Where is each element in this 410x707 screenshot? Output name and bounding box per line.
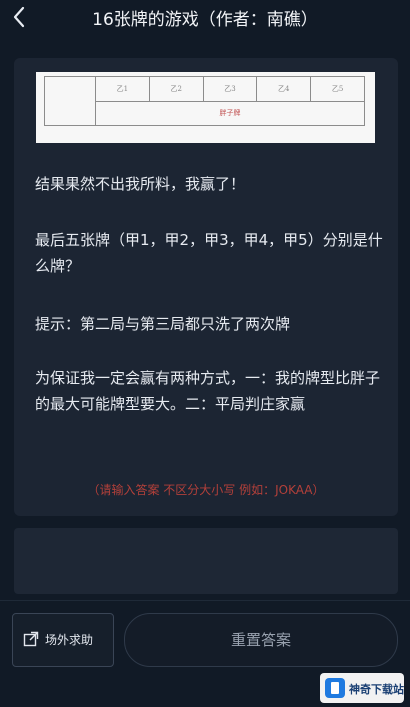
help-button[interactable]: 场外求助 bbox=[12, 613, 114, 667]
watermark-text: 神奇下载站 bbox=[349, 683, 404, 696]
table-cell: 乙2 bbox=[148, 76, 204, 102]
question-card: 乙1 乙2 乙3 乙4 乙5 胖子牌 结果果然不出我所料，我赢了！ 最后五张牌（… bbox=[14, 58, 398, 516]
table-cell: 乙3 bbox=[202, 76, 258, 102]
card-table: 乙1 乙2 乙3 乙4 乙5 胖子牌 bbox=[44, 76, 365, 126]
question-paragraph: 结果果然不出我所料，我赢了！ bbox=[35, 175, 246, 193]
footer-divider bbox=[0, 600, 410, 601]
answer-hint: （请输入答案 不区分大小写 例如：JOKAA） bbox=[87, 483, 325, 497]
question-paragraph: 提示：第二局与第三局都只洗了两次牌 bbox=[35, 315, 291, 333]
table-cell-blank bbox=[44, 76, 96, 126]
back-arrow-icon[interactable] bbox=[8, 3, 32, 31]
question-paragraph: 最后五张牌（甲1，甲2，甲3，甲4，甲5）分别是什么牌？ bbox=[35, 231, 383, 275]
site-watermark: 神奇下载站 bbox=[320, 673, 404, 703]
reset-answer-button[interactable]: 重置答案 bbox=[124, 613, 398, 667]
question-figure: 乙1 乙2 乙3 乙4 乙5 胖子牌 bbox=[36, 72, 375, 143]
table-cell: 乙5 bbox=[310, 76, 365, 102]
table-cell: 乙1 bbox=[95, 76, 150, 102]
help-button-label: 场外求助 bbox=[45, 633, 94, 647]
top-bar: 16张牌的游戏（作者：南礁） bbox=[0, 0, 410, 40]
reset-button-label: 重置答案 bbox=[230, 631, 291, 649]
external-link-icon bbox=[23, 631, 39, 647]
table-row-label: 胖子牌 bbox=[95, 100, 365, 126]
site-logo-icon bbox=[325, 678, 345, 698]
page-title: 16张牌的游戏（作者：南礁） bbox=[92, 10, 318, 30]
answer-input-area[interactable] bbox=[14, 528, 398, 594]
question-paragraph: 为保证我一定会赢有两种方式，一：我的牌型比胖子的最大可能牌型要大。二：平局判庄家… bbox=[35, 369, 381, 413]
table-cell: 乙4 bbox=[256, 76, 312, 102]
